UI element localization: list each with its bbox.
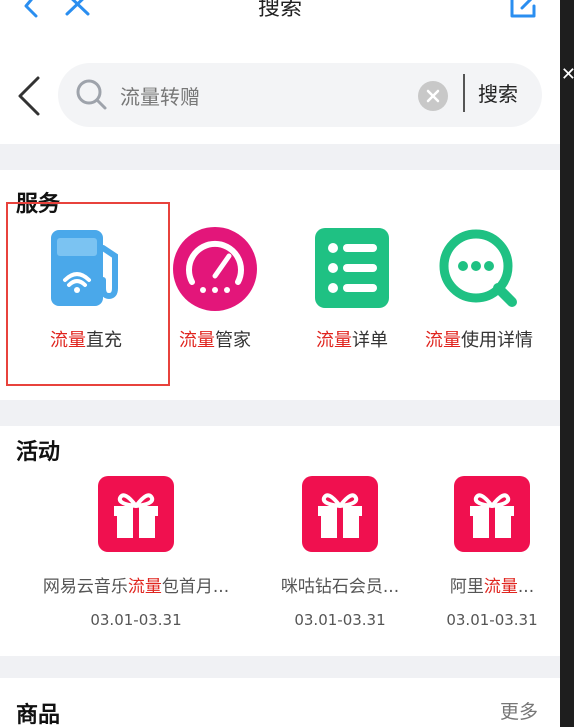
activity-date: 03.01-03.31 [294, 611, 386, 629]
search-bar-row: 搜索 [0, 40, 560, 144]
search-icon [76, 79, 107, 110]
selected-highlight-box [6, 202, 170, 386]
section-divider [0, 144, 560, 170]
share-icon[interactable] [506, 0, 540, 20]
search-divider [463, 74, 465, 112]
section-divider [0, 656, 560, 678]
activities-section-title: 活动 [16, 440, 61, 465]
page: 搜索 搜索 服务 [0, 0, 574, 727]
search-box: 搜索 [58, 63, 542, 127]
clear-search-button[interactable] [418, 81, 448, 111]
goods-section-title: 商品 [16, 703, 61, 727]
back-icon[interactable] [14, 74, 44, 118]
speedometer-icon [173, 227, 257, 311]
gift-icon [302, 476, 378, 552]
chat-search-icon [439, 229, 517, 307]
top-nav-bar: 搜索 [0, 0, 560, 40]
search-button[interactable]: 搜索 [478, 78, 518, 107]
activity-item-ali[interactable]: 阿里流量... 03.01-03.31 [432, 476, 552, 629]
service-item-details[interactable]: 流量详单 [285, 226, 419, 352]
activity-date: 03.01-03.31 [90, 611, 182, 629]
edge-close-icon: ✕ [560, 64, 574, 85]
page-title: 搜索 [257, 0, 302, 21]
more-link[interactable]: 更多 [500, 697, 538, 724]
clear-icon [426, 89, 440, 103]
activity-item-netease[interactable]: 网易云音乐流量包首月... 03.01-03.31 [26, 476, 246, 629]
activity-item-migu[interactable]: 咪咕钻石会员... 03.01-03.31 [264, 476, 416, 629]
list-icon [315, 228, 389, 308]
service-item-usage[interactable]: 流量使用详情 [412, 226, 546, 352]
activity-date: 03.01-03.31 [446, 611, 538, 629]
right-edge-overlay: ✕ [560, 0, 574, 727]
section-divider [0, 400, 560, 426]
search-input[interactable] [120, 80, 400, 110]
gift-icon [454, 476, 530, 552]
gift-icon [98, 476, 174, 552]
